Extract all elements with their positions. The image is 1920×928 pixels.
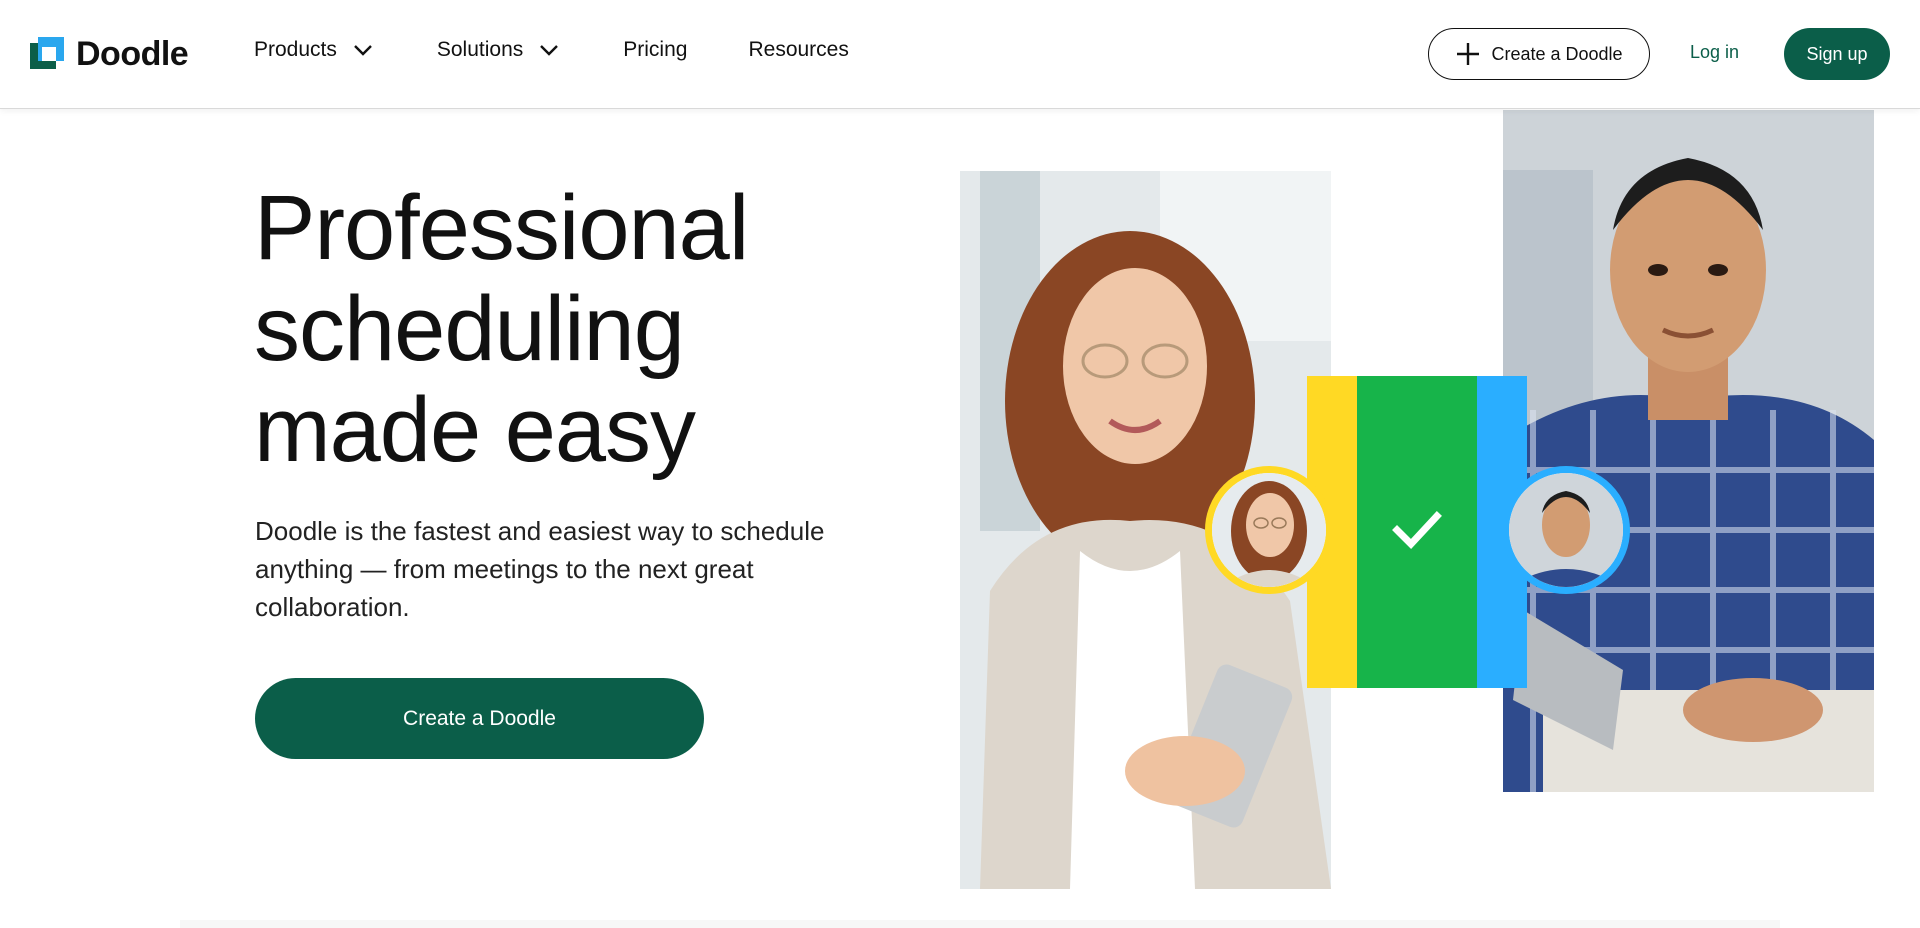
man-photo xyxy=(1503,110,1874,792)
nav-solutions[interactable]: Solutions xyxy=(437,38,561,62)
nav-pricing[interactable]: Pricing xyxy=(623,38,687,62)
site-header: Doodle Products Solutions Pricing Resour… xyxy=(0,0,1920,109)
green-bar xyxy=(1357,376,1477,688)
login-link[interactable]: Log in xyxy=(1690,42,1739,63)
doodle-logo-icon xyxy=(30,37,66,71)
create-doodle-cta-button[interactable]: Create a Doodle xyxy=(255,678,704,759)
hero-title: Professional scheduling made easy xyxy=(254,178,874,481)
chevron-down-icon xyxy=(540,45,559,56)
signup-button[interactable]: Sign up xyxy=(1784,28,1890,80)
woman-avatar xyxy=(1205,466,1333,594)
chevron-down-icon xyxy=(354,45,372,56)
logo-text: Doodle xyxy=(76,34,189,73)
section-divider xyxy=(180,920,1780,928)
create-doodle-header-button[interactable]: Create a Doodle xyxy=(1428,28,1650,80)
nav-pricing-label: Pricing xyxy=(623,38,688,61)
check-icon xyxy=(1392,511,1442,550)
create-doodle-header-label: Create a Doodle xyxy=(1491,43,1623,64)
plus-icon xyxy=(1457,43,1480,65)
hero-subtitle: Doodle is the fastest and easiest way to… xyxy=(255,516,825,622)
hero-title-line: scheduling xyxy=(254,278,685,380)
hero-title-line: made easy xyxy=(254,379,696,481)
nav-solutions-label: Solutions xyxy=(436,38,524,61)
nav-resources[interactable]: Resources xyxy=(748,38,848,62)
doodle-logo[interactable]: Doodle xyxy=(30,34,189,73)
nav-products[interactable]: Products xyxy=(254,38,375,62)
man-avatar xyxy=(1502,466,1630,594)
main-nav: Products Solutions Pricing Resources xyxy=(254,38,849,62)
hero-title-line: Professional xyxy=(254,177,749,279)
nav-resources-label: Resources xyxy=(748,38,849,61)
nav-products-label: Products xyxy=(254,38,337,61)
availability-bars xyxy=(1307,376,1527,688)
